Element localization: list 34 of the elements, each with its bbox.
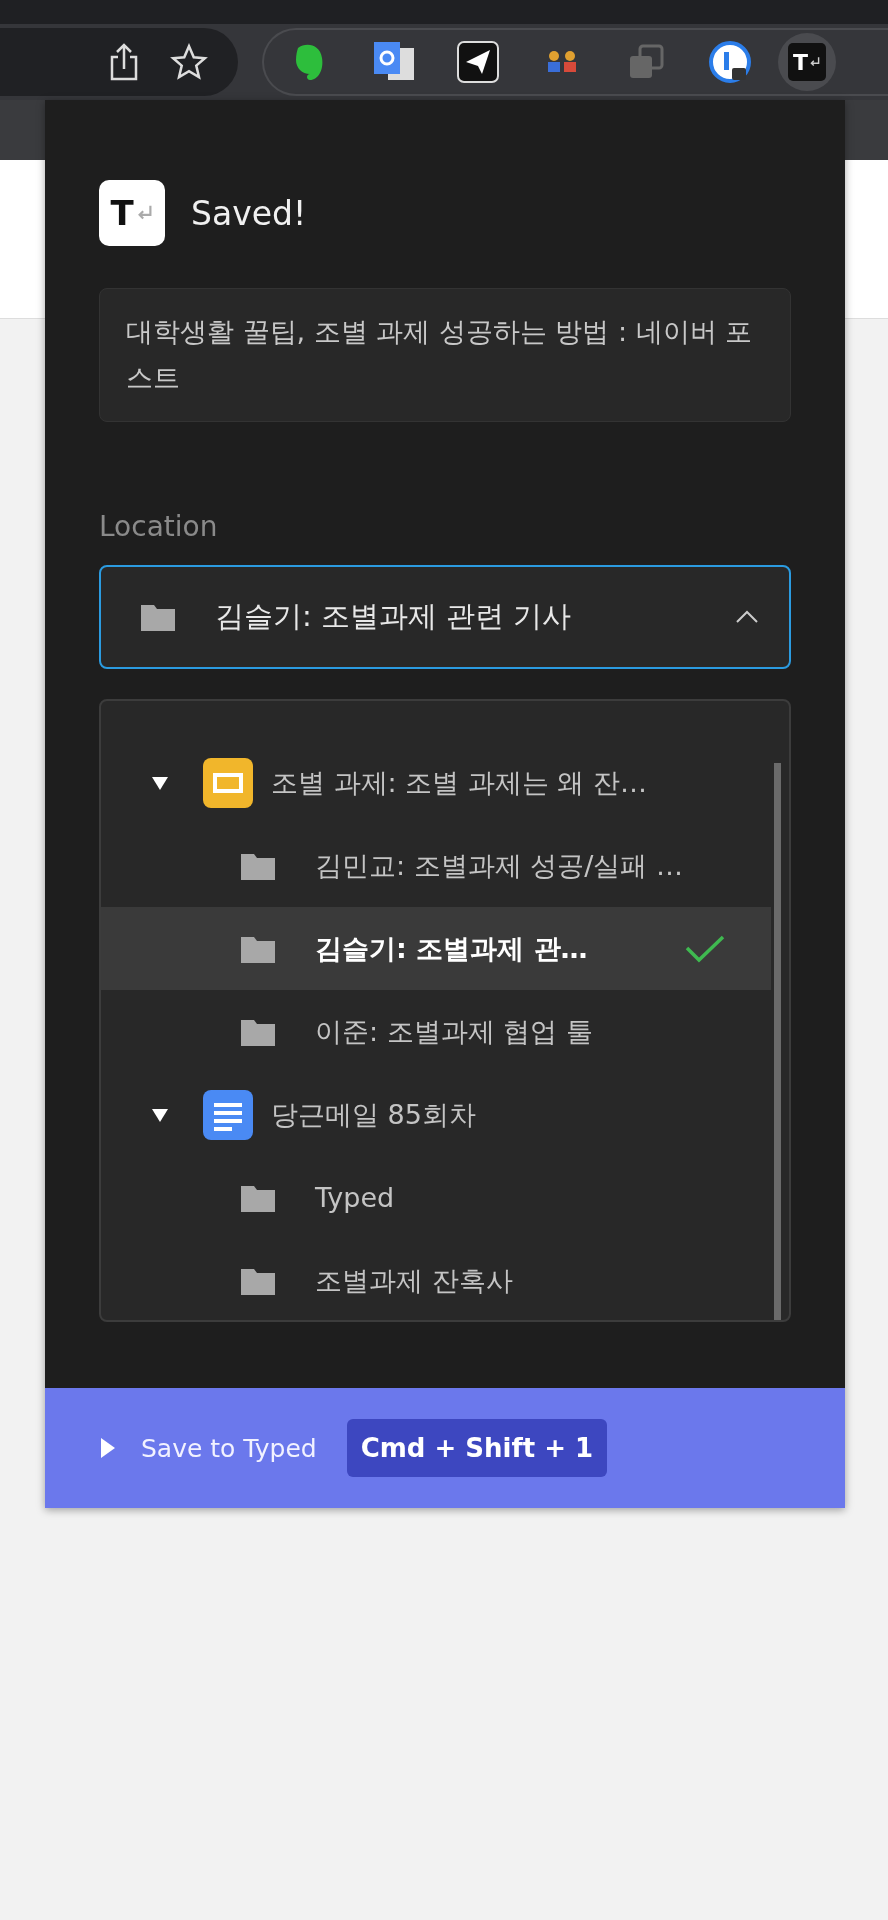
check-icon (685, 933, 725, 964)
scrollbar[interactable] (774, 763, 781, 1320)
extension-button[interactable]: T (778, 33, 836, 91)
tree-item[interactable]: 조별 과제: 조별 과제는 왜 잔… (101, 741, 771, 824)
address-bar[interactable] (0, 28, 238, 96)
folder-icon (241, 851, 275, 880)
paper-plane-icon[interactable] (456, 40, 500, 84)
logo-icon: T (788, 43, 826, 81)
page-title-field[interactable]: 대학생활 꿀팁, 조별 과제 성공하는 방법 : 네이버 포스트 (99, 288, 791, 422)
slides-icon (203, 757, 253, 808)
document-icon (203, 1089, 253, 1140)
popup-title: Saved! (191, 193, 307, 233)
folder-icon (241, 934, 275, 963)
return-arrow-icon (809, 56, 821, 68)
folder-icon (141, 603, 175, 631)
shortcut-badge: Cmd + Shift + 1 (346, 1419, 608, 1477)
tree-item[interactable]: Typed (101, 1156, 771, 1239)
return-arrow-icon (135, 204, 154, 222)
folder-icon (241, 1266, 275, 1295)
lock-circle-icon[interactable] (708, 40, 752, 84)
chevron-up-icon (735, 610, 759, 624)
location-select[interactable]: 김슬기: 조별과제 관련 기사 (99, 565, 791, 669)
folder-icon (241, 1017, 275, 1046)
folder-icon (241, 1183, 275, 1212)
play-icon (101, 1438, 115, 1458)
tree-item[interactable]: 김슬기: 조별과제 관… (101, 907, 771, 990)
star-icon[interactable] (170, 43, 208, 81)
share-icon[interactable] (108, 43, 140, 81)
tree-item[interactable]: 김민교: 조별과제 성공/실패 … (101, 824, 771, 907)
tree-item[interactable]: 이준: 조별과제 협업 툴 (101, 990, 771, 1073)
tree-item[interactable]: 당근메일 85회차 (101, 1073, 771, 1156)
logo-icon: T (99, 180, 165, 246)
tree-item[interactable]: 조별과제 잔혹사 (101, 1239, 771, 1320)
location-label: Location (99, 510, 219, 543)
